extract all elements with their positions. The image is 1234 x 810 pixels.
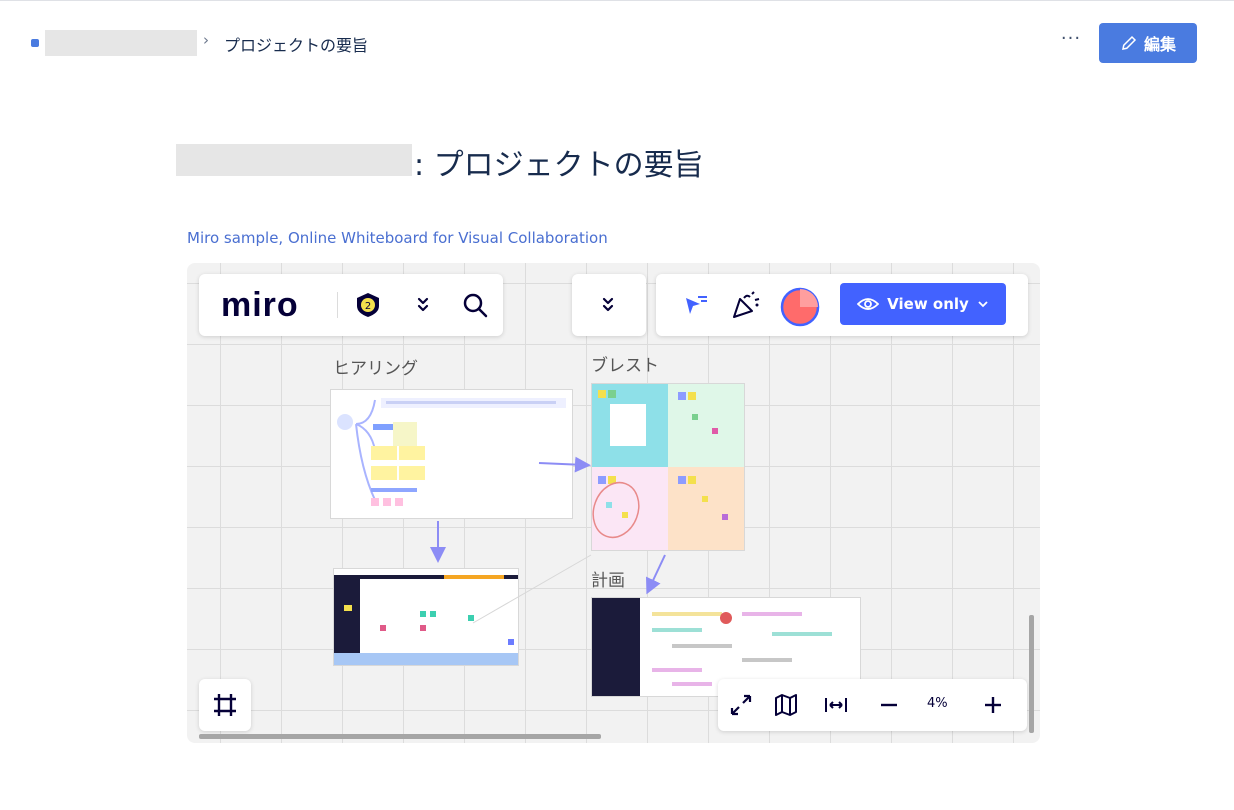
horizontal-scrollbar[interactable]	[199, 734, 601, 739]
collapse-panel	[572, 274, 646, 336]
cursor-icon[interactable]	[680, 292, 710, 320]
view-only-label: View only	[887, 295, 969, 313]
frames-panel	[199, 679, 251, 731]
space-icon	[31, 39, 39, 47]
fit-width-icon[interactable]	[823, 692, 849, 718]
double-chevron-down-icon[interactable]	[413, 294, 433, 316]
shield-badge-icon[interactable]: 2	[355, 292, 381, 318]
breadcrumb-separator: ›	[203, 31, 209, 49]
pencil-icon	[1122, 35, 1137, 50]
map-icon[interactable]	[773, 692, 799, 718]
party-popper-icon[interactable]	[730, 290, 762, 320]
edit-button[interactable]: 編集	[1099, 23, 1197, 63]
badge-count: 2	[365, 301, 371, 312]
edit-button-label: 編集	[1143, 35, 1176, 54]
search-icon[interactable]	[461, 291, 489, 319]
breadcrumb-redacted[interactable]	[45, 30, 197, 56]
breadcrumb-current-page[interactable]: プロジェクトの要旨	[224, 32, 368, 56]
page-title: : プロジェクトの要旨	[414, 148, 704, 183]
miro-logo-panel: miro 2	[199, 274, 503, 336]
top-divider	[0, 0, 1234, 3]
chevron-down-icon	[978, 301, 988, 308]
miro-logo[interactable]: miro	[221, 286, 299, 325]
frames-icon[interactable]	[211, 691, 239, 719]
expand-icon[interactable]	[728, 692, 754, 718]
collaboration-toolbar: View only	[656, 274, 1028, 336]
zoom-out-icon[interactable]	[876, 692, 902, 718]
more-actions-button[interactable]: ···	[1055, 28, 1087, 56]
vertical-scrollbar[interactable]	[1029, 615, 1034, 733]
view-only-button[interactable]: View only	[840, 283, 1006, 325]
page-header: › プロジェクトの要旨 ··· 編集	[0, 20, 1234, 64]
collapse-chevron-icon[interactable]	[598, 294, 618, 316]
eye-icon	[857, 298, 880, 310]
zoom-controls: 4%	[718, 679, 1027, 731]
zoom-level: 4%	[927, 696, 948, 711]
title-redacted	[176, 144, 412, 176]
zoom-in-icon[interactable]	[980, 692, 1006, 718]
toolbar-divider	[337, 292, 338, 318]
miro-embed-link[interactable]: Miro sample, Online Whiteboard for Visua…	[187, 229, 608, 247]
miro-board-embed[interactable]: ヒアリング ブレスト 計画 miro 2 View only 4%	[187, 263, 1040, 743]
user-avatar[interactable]	[780, 287, 820, 327]
